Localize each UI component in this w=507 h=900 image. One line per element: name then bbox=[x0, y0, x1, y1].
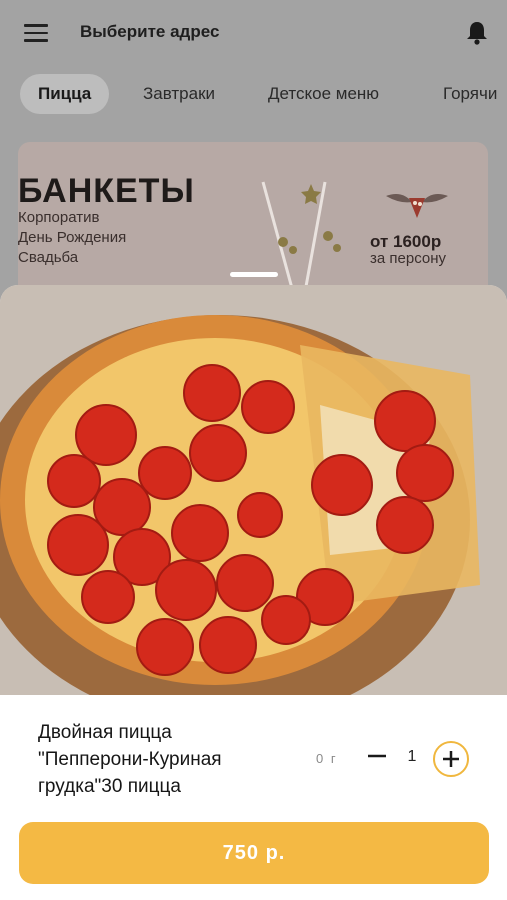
top-bar: Выберите адрес bbox=[0, 0, 507, 64]
quantity-value: 1 bbox=[407, 748, 417, 765]
banquet-banner[interactable]: БАНКЕТЫ Корпоратив День Рождения Свадьба… bbox=[18, 142, 488, 302]
bell-icon[interactable] bbox=[465, 20, 489, 46]
banner-lines: Корпоратив День Рождения Свадьба bbox=[18, 208, 126, 268]
tab-pizza[interactable]: Пицца bbox=[20, 74, 110, 114]
product-name-line: грудка"30 пицца bbox=[38, 776, 181, 797]
category-tabs: Пицца Завтраки Детское меню Горячи bbox=[0, 74, 507, 116]
sheet-drag-handle[interactable] bbox=[230, 272, 278, 277]
tab-hot-dishes[interactable]: Горячи bbox=[443, 74, 497, 114]
banner-price: от 1600р bbox=[370, 232, 442, 251]
add-to-cart-button[interactable]: 750 р. bbox=[19, 822, 489, 884]
product-bottom-sheet: Двойная пицца "Пепперони-Куриная грудка"… bbox=[0, 285, 507, 900]
plus-icon bbox=[443, 751, 459, 767]
product-name-line: "Пепперони-Куриная bbox=[38, 749, 222, 770]
banner-price-subtitle: за персону bbox=[370, 250, 446, 267]
pizza-photo bbox=[0, 285, 507, 695]
product-weight: 0 г bbox=[316, 751, 338, 766]
tab-breakfasts[interactable]: Завтраки bbox=[143, 74, 215, 114]
decrease-quantity-button[interactable] bbox=[364, 743, 390, 769]
address-selector[interactable]: Выберите адрес bbox=[80, 22, 219, 42]
banner-line: Корпоратив bbox=[18, 209, 100, 226]
tab-kids-menu[interactable]: Детское меню bbox=[268, 74, 379, 114]
banner-title: БАНКЕТЫ bbox=[18, 172, 195, 210]
hamburger-menu-icon[interactable] bbox=[24, 24, 48, 42]
product-name: Двойная пицца "Пепперони-Куриная грудка"… bbox=[38, 719, 308, 800]
banner-line: День Рождения bbox=[18, 229, 127, 246]
cafe-logo-icon bbox=[386, 194, 448, 218]
increase-quantity-button[interactable] bbox=[433, 741, 469, 777]
banner-line: Свадьба bbox=[18, 249, 79, 266]
product-name-line: Двойная пицца bbox=[38, 722, 172, 743]
champagne-glasses-image bbox=[261, 181, 341, 293]
